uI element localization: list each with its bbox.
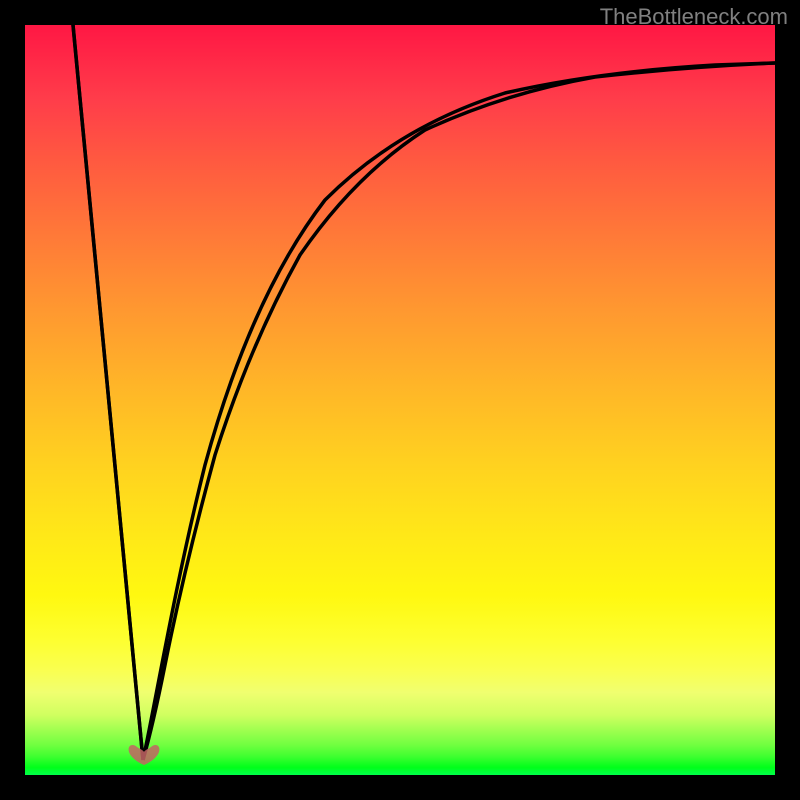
chart-plot-area <box>25 25 775 775</box>
heart-marker-icon <box>127 743 161 767</box>
bottleneck-curve <box>25 25 775 775</box>
watermark-text: TheBottleneck.com <box>600 4 788 30</box>
